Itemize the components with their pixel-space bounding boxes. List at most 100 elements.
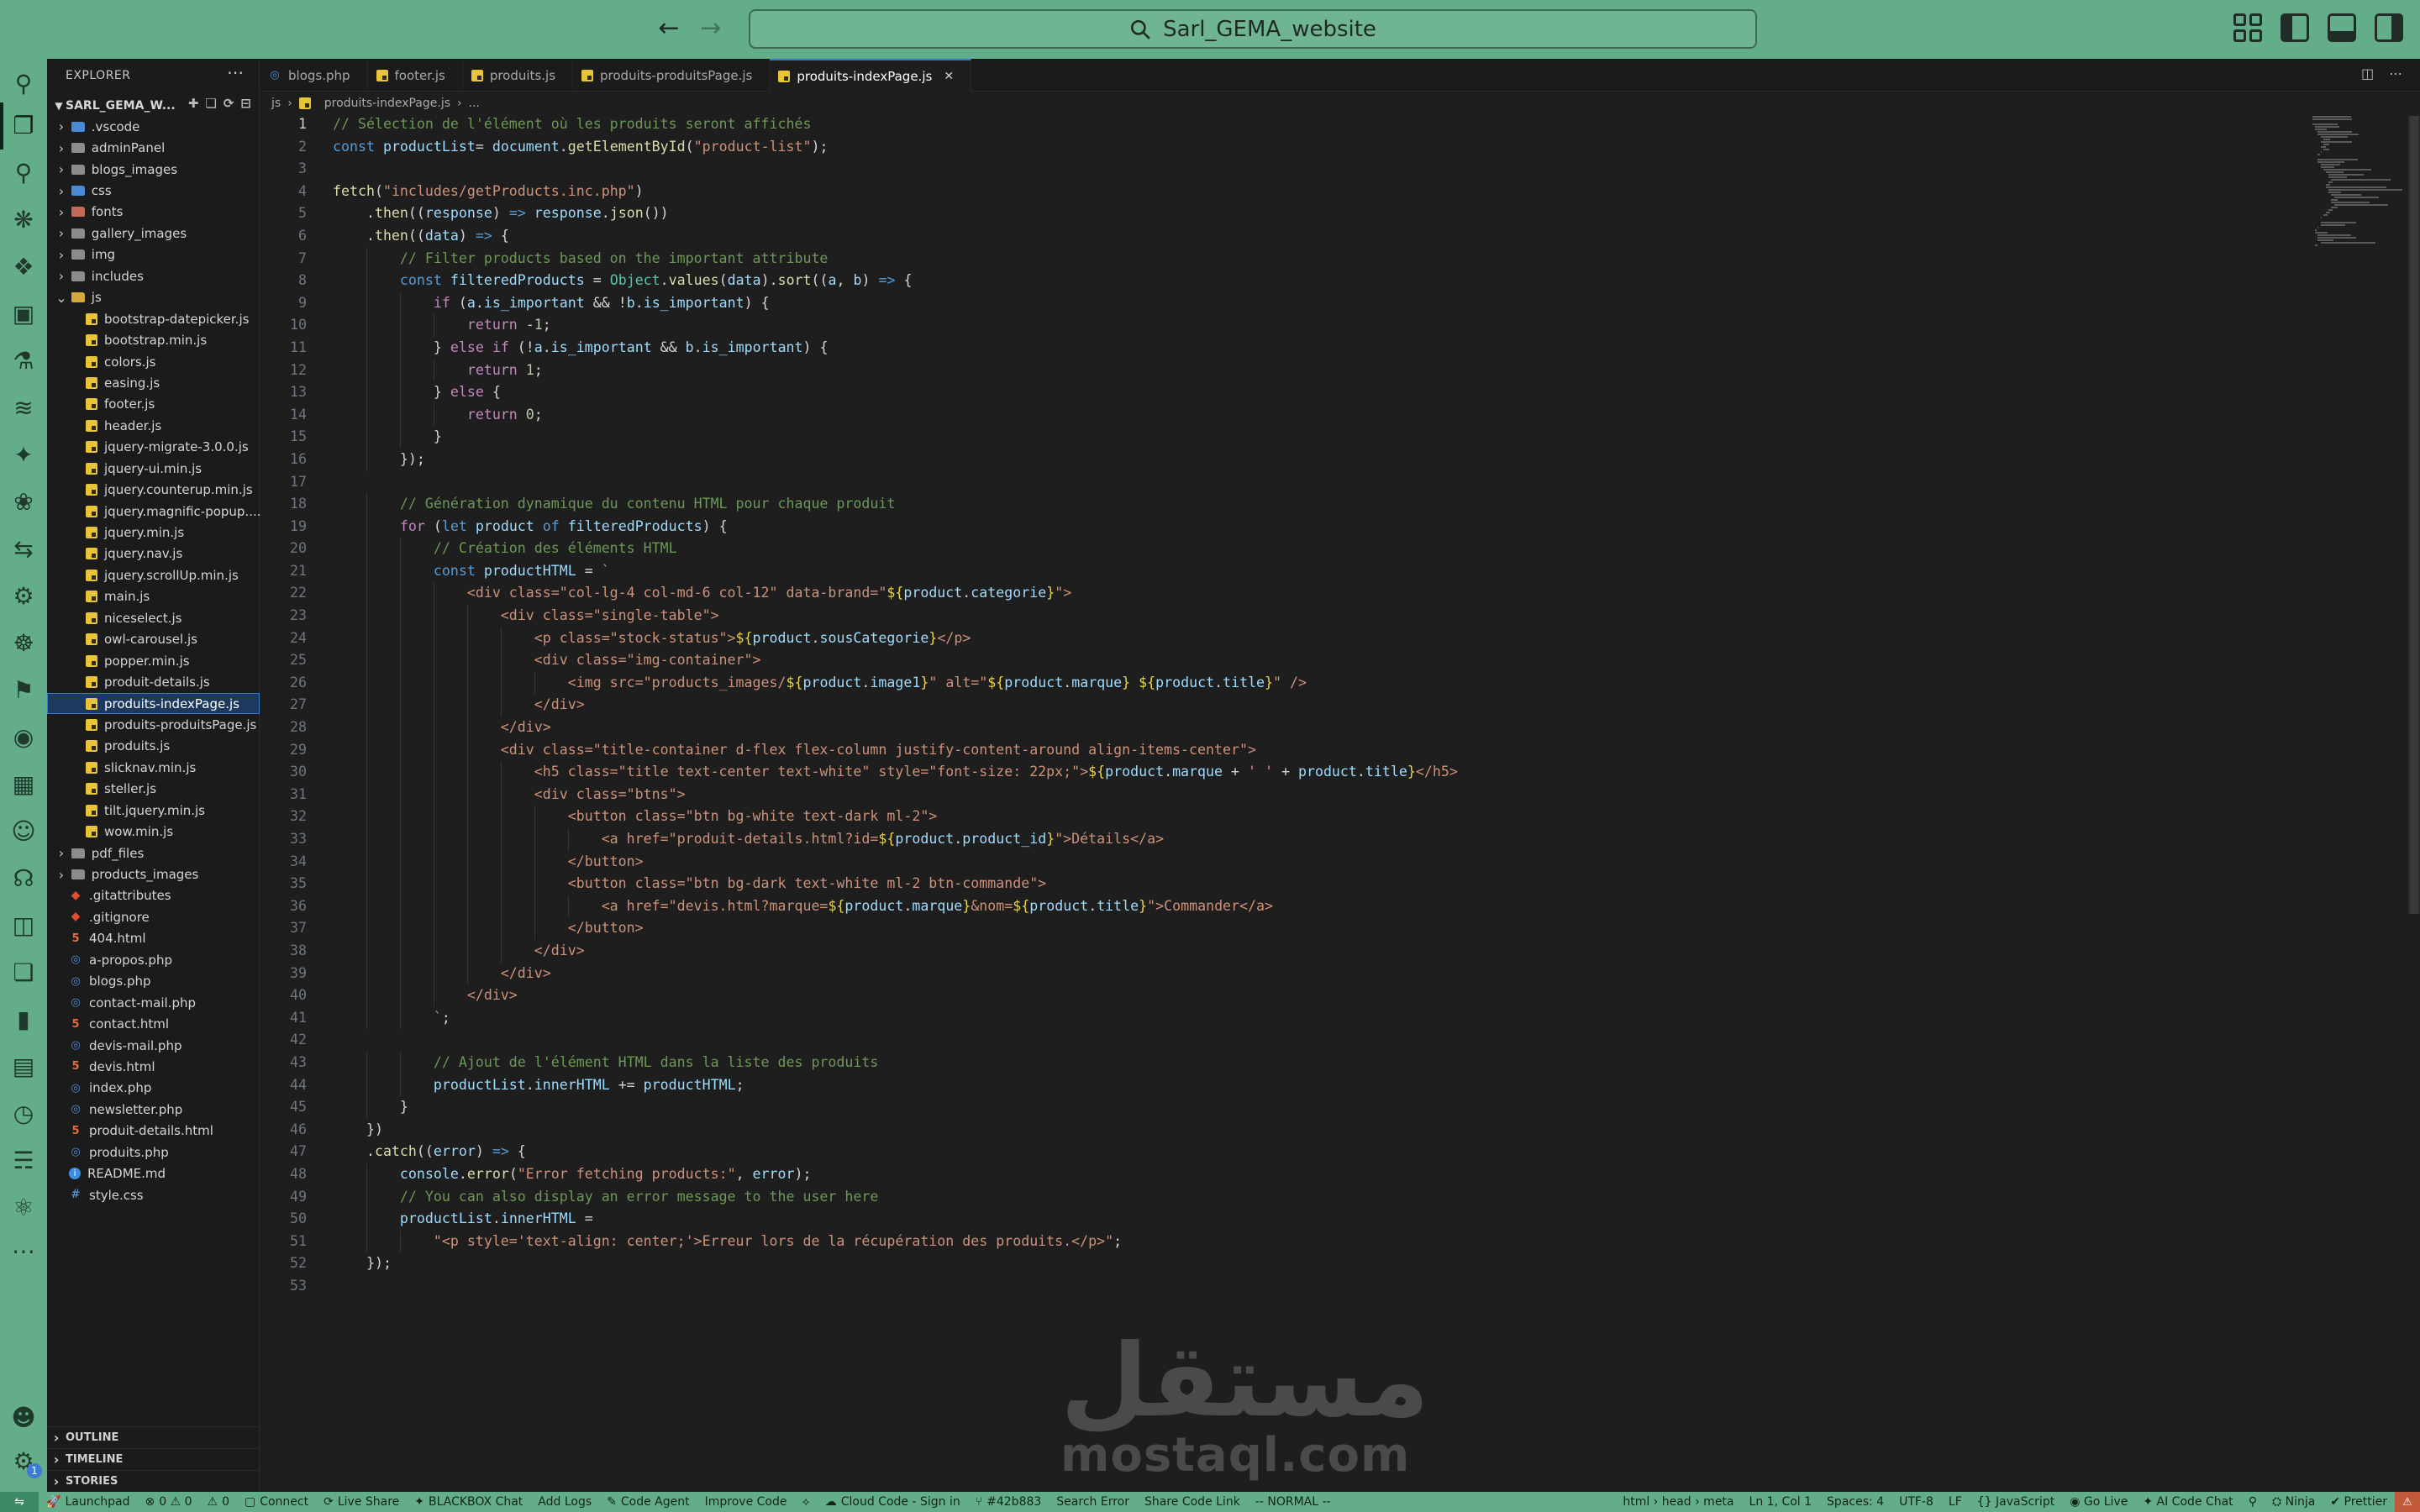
notifications-bell-icon[interactable]: ⚠ bbox=[2395, 1492, 2420, 1512]
file-item[interactable]: bootstrap.min.js bbox=[47, 329, 260, 350]
collapse-all-icon[interactable]: ⊟ bbox=[240, 96, 251, 111]
status-item[interactable]: ✎ Code Agent bbox=[599, 1495, 697, 1509]
toggle-secondary-sidebar-icon[interactable] bbox=[2375, 13, 2403, 42]
vertical-scrollbar[interactable] bbox=[2408, 116, 2420, 914]
timeline-icon[interactable]: ▦ bbox=[8, 769, 39, 800]
folder-item[interactable]: › .vscode bbox=[47, 116, 260, 137]
editor-tab[interactable]: produits-produitsPage.js bbox=[573, 59, 771, 92]
status-item[interactable]: ✦ AI Code Chat bbox=[2135, 1495, 2240, 1509]
file-item[interactable]: i README.md bbox=[47, 1163, 260, 1184]
file-item[interactable]: ◎ a-propos.php bbox=[47, 949, 260, 970]
status-item[interactable]: ⛭ Ninja bbox=[2265, 1495, 2323, 1509]
status-item[interactable]: ⑂ #42b883 bbox=[968, 1495, 1050, 1509]
status-item[interactable]: Add Logs bbox=[530, 1495, 599, 1509]
folder-item[interactable]: › products_images bbox=[47, 864, 260, 885]
file-item[interactable]: steller.js bbox=[47, 779, 260, 800]
file-item[interactable]: ◎ contact-mail.php bbox=[47, 992, 260, 1013]
database-icon[interactable]: ◫ bbox=[8, 911, 39, 941]
status-item[interactable]: ⊗ 0 ⚠ 0 bbox=[138, 1495, 200, 1509]
file-item[interactable]: jquery.scrollUp.min.js bbox=[47, 564, 260, 585]
history-icon[interactable]: ◷ bbox=[8, 1099, 39, 1129]
file-item[interactable]: ◎ devis-mail.php bbox=[47, 1035, 260, 1056]
status-item[interactable]: -- NORMAL -- bbox=[1248, 1495, 1339, 1509]
status-item[interactable]: Share Code Link bbox=[1137, 1495, 1248, 1509]
editor-tab[interactable]: ◎ blogs.php bbox=[260, 59, 368, 92]
more-actions-icon[interactable]: ⋯ bbox=[227, 62, 244, 82]
forward-arrow-icon[interactable]: → bbox=[694, 12, 728, 45]
testing-icon[interactable]: ⚗ bbox=[8, 346, 39, 376]
folder-item[interactable]: › includes bbox=[47, 265, 260, 286]
tree-icon[interactable]: ⚛ bbox=[8, 1193, 39, 1223]
file-item[interactable]: owl-carousel.js bbox=[47, 629, 260, 650]
file-item[interactable]: tilt.jquery.min.js bbox=[47, 800, 260, 821]
status-item[interactable]: ⟳ Live Share bbox=[316, 1495, 407, 1509]
section-timeline[interactable]: › TIMELINE bbox=[47, 1448, 260, 1470]
explorer-files-icon[interactable]: ❐ bbox=[8, 111, 39, 141]
status-item[interactable]: Improve Code bbox=[697, 1495, 795, 1509]
workspace-root[interactable]: ▼ SARL_GEMA_W... ✚ ❏ ⟳ ⊟ bbox=[52, 96, 256, 116]
folder-item[interactable]: ⌄ js bbox=[47, 287, 260, 308]
back-arrow-icon[interactable]: ← bbox=[652, 12, 686, 45]
toggle-panel-icon[interactable] bbox=[2328, 13, 2356, 42]
folder-item[interactable]: › blogs_images bbox=[47, 159, 260, 180]
status-item[interactable]: html › head › meta bbox=[1615, 1495, 1741, 1509]
account-icon[interactable]: ☻ bbox=[8, 1403, 39, 1433]
command-center-search[interactable]: Sarl_GEMA_website bbox=[749, 9, 1757, 49]
status-item[interactable]: ✦ BLACKBOX Chat bbox=[407, 1495, 530, 1509]
status-item[interactable]: ▢ Connect bbox=[237, 1495, 316, 1509]
status-item[interactable]: ⚲ bbox=[2241, 1495, 2265, 1509]
file-item[interactable]: 5 contact.html bbox=[47, 1013, 260, 1034]
copilot-icon[interactable]: ☺ bbox=[8, 816, 39, 847]
folder-item[interactable]: › css bbox=[47, 180, 260, 201]
folder-item[interactable]: › pdf_files bbox=[47, 843, 260, 864]
layers-icon[interactable]: ❏ bbox=[8, 958, 39, 988]
file-item[interactable]: jquery.magnific-popup.... bbox=[47, 501, 260, 522]
folder-item[interactable]: › gallery_images bbox=[47, 223, 260, 244]
breadcrumb-symbol[interactable]: ... bbox=[469, 97, 480, 110]
minimap[interactable] bbox=[2312, 116, 2405, 267]
docker-icon[interactable]: ⚙ bbox=[8, 581, 39, 612]
source-control-icon[interactable]: ⚲ bbox=[8, 158, 39, 188]
file-item[interactable]: ◆ .gitignore bbox=[47, 906, 260, 927]
customize-layout-icon[interactable] bbox=[2233, 13, 2262, 42]
file-item[interactable]: produits-indexPage.js bbox=[47, 692, 260, 715]
file-item[interactable]: 5 produit-details.html bbox=[47, 1121, 260, 1142]
new-file-icon[interactable]: ✚ bbox=[188, 96, 199, 111]
editor-tab[interactable]: footer.js bbox=[368, 59, 463, 92]
status-item[interactable]: ✔ Prettier bbox=[2323, 1495, 2395, 1509]
status-item[interactable]: UTF-8 bbox=[1891, 1495, 1941, 1509]
file-item[interactable]: jquery.counterup.min.js bbox=[47, 479, 260, 500]
file-item[interactable]: ◆ .gitattributes bbox=[47, 885, 260, 906]
file-item[interactable]: 5 devis.html bbox=[47, 1056, 260, 1077]
extensions-icon[interactable]: ❖ bbox=[8, 252, 39, 282]
file-item[interactable]: jquery-ui.min.js bbox=[47, 458, 260, 479]
file-item[interactable]: ◎ produits.php bbox=[47, 1142, 260, 1163]
section-stories[interactable]: › STORIES bbox=[47, 1470, 260, 1492]
python-icon[interactable]: ❀ bbox=[8, 487, 39, 517]
file-item[interactable]: easing.js bbox=[47, 372, 260, 393]
file-item[interactable]: wow.min.js bbox=[47, 821, 260, 842]
remote-indicator-icon[interactable]: ⇋ bbox=[0, 1492, 39, 1512]
file-item[interactable]: 5 404.html bbox=[47, 928, 260, 949]
remote-explorer-icon[interactable]: ▣ bbox=[8, 299, 39, 329]
file-item[interactable]: produit-details.js bbox=[47, 671, 260, 692]
manage-gear-icon[interactable]: ⚙ 1 bbox=[8, 1446, 42, 1478]
status-item[interactable]: LF bbox=[1941, 1495, 1970, 1509]
code-editor[interactable]: 1 // Sélection de l'élément où les produi… bbox=[260, 113, 2394, 1297]
folder-item[interactable]: › adminPanel bbox=[47, 137, 260, 158]
folder-item[interactable]: › img bbox=[47, 244, 260, 265]
search-icon[interactable]: ⚲ bbox=[8, 69, 39, 99]
folder-item[interactable]: › fonts bbox=[47, 202, 260, 223]
more-icon[interactable]: ⋯ bbox=[2389, 66, 2402, 81]
section-outline[interactable]: › OUTLINE bbox=[47, 1426, 260, 1448]
run-debug-icon[interactable]: ❋ bbox=[8, 205, 39, 235]
file-item[interactable]: produits-produitsPage.js bbox=[47, 714, 260, 735]
file-item[interactable]: colors.js bbox=[47, 351, 260, 372]
file-item[interactable]: jquery.min.js bbox=[47, 522, 260, 543]
file-item[interactable]: header.js bbox=[47, 415, 260, 436]
diagram-icon[interactable]: ▤ bbox=[8, 1052, 39, 1082]
file-item[interactable]: slicknav.min.js bbox=[47, 757, 260, 778]
file-item[interactable]: main.js bbox=[47, 586, 260, 607]
git-graph-icon[interactable]: ☊ bbox=[8, 864, 39, 894]
new-folder-icon[interactable]: ❏ bbox=[205, 96, 216, 111]
